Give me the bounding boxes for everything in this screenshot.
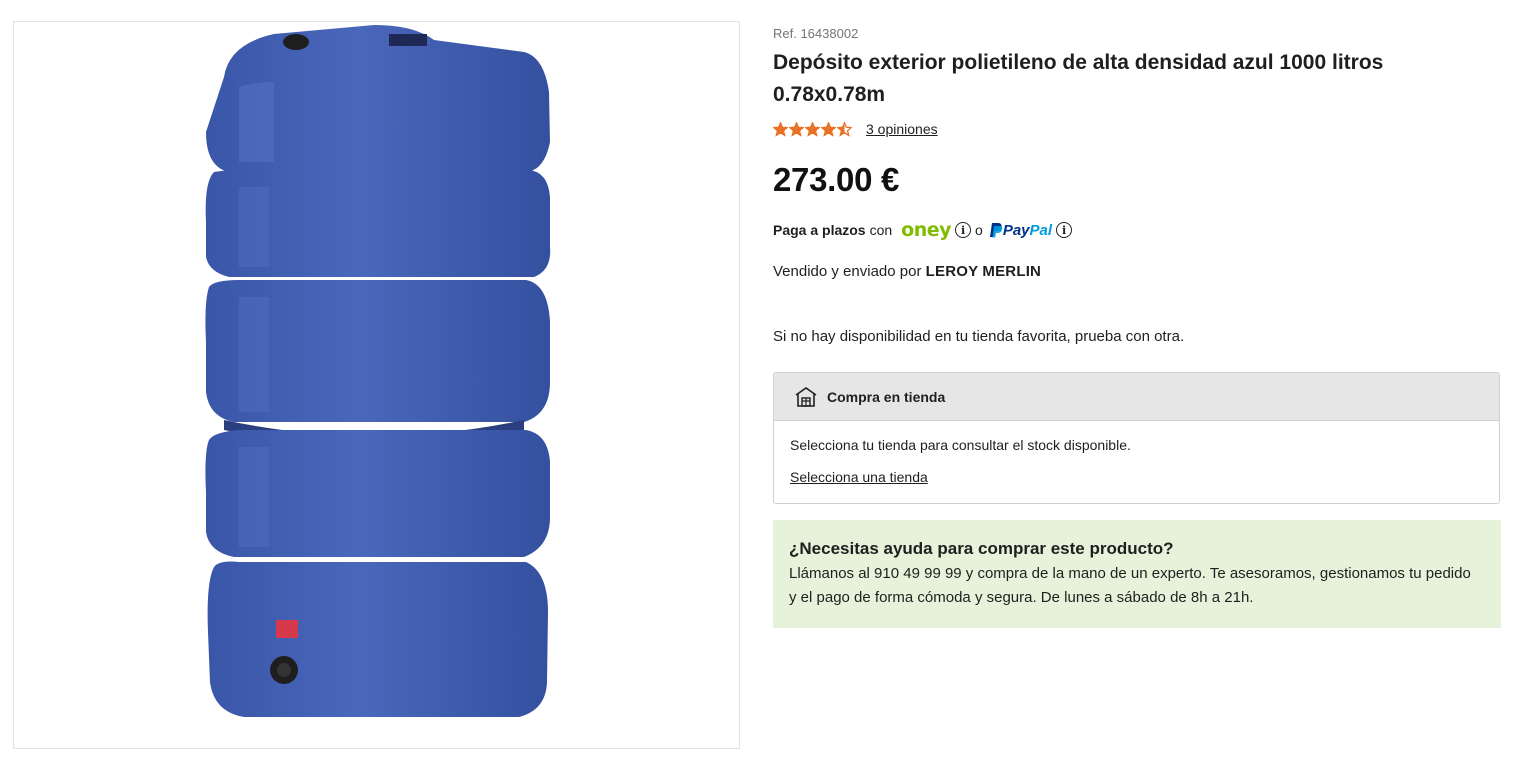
product-price: 273.00 € bbox=[773, 161, 900, 198]
store-purchase-box: Compra en tienda Selecciona tu tienda pa… bbox=[773, 372, 1500, 504]
store-purchase-body: Selecciona tu tienda para consultar el s… bbox=[774, 421, 1499, 503]
store-icon bbox=[795, 386, 817, 407]
product-info-panel: Ref. 16438002 Depósito exterior polietil… bbox=[773, 24, 1501, 628]
paypal-logo: PayPal bbox=[989, 222, 1052, 239]
installment-payment-info: Paga a plazos con oney i o PayPal i bbox=[773, 219, 1500, 241]
installments-or: o bbox=[975, 222, 983, 238]
help-box: ¿Necesitas ayuda para comprar este produ… bbox=[773, 520, 1501, 628]
water-tank-image bbox=[205, 25, 551, 717]
store-purchase-title: Compra en tienda bbox=[827, 388, 946, 405]
availability-note: Si no hay disponibilidad en tu tienda fa… bbox=[773, 328, 1185, 345]
paypal-p-icon bbox=[989, 223, 1003, 238]
installments-with: con bbox=[869, 222, 893, 238]
star-icon bbox=[805, 121, 820, 137]
store-purchase-header: Compra en tienda bbox=[774, 373, 1499, 421]
reviews-link[interactable]: 3 opiniones bbox=[866, 121, 938, 137]
rating-stars bbox=[773, 121, 852, 137]
select-store-link[interactable]: Selecciona una tienda bbox=[790, 469, 928, 485]
star-icon bbox=[821, 121, 836, 137]
help-text: Llámanos al 910 49 99 99 y compra de la … bbox=[789, 565, 1471, 606]
product-reference: Ref. 16438002 bbox=[773, 26, 859, 41]
store-stock-message: Selecciona tu tienda para consultar el s… bbox=[790, 437, 1131, 453]
product-rating: 3 opiniones bbox=[773, 121, 1500, 137]
paypal-pal-text: Pal bbox=[1029, 221, 1053, 239]
paypal-info-icon[interactable]: i bbox=[1056, 222, 1073, 238]
installments-label: Paga a plazos bbox=[773, 222, 866, 238]
seller-name: LEROY MERLIN bbox=[925, 263, 1042, 280]
paypal-pay-text: Pay bbox=[1002, 221, 1030, 239]
oney-logo: oney bbox=[901, 219, 952, 241]
oney-info-icon[interactable]: i bbox=[955, 222, 972, 238]
product-image-gallery[interactable] bbox=[13, 21, 740, 749]
help-title: ¿Necesitas ayuda para comprar este produ… bbox=[789, 539, 1174, 558]
star-icon bbox=[837, 121, 852, 137]
product-title: Depósito exterior polietileno de alta de… bbox=[773, 51, 1384, 106]
star-icon bbox=[789, 121, 804, 137]
seller-info: Vendido y enviado por LEROY MERLIN bbox=[773, 263, 1500, 280]
star-icon bbox=[773, 121, 788, 137]
seller-prefix: Vendido y enviado por bbox=[773, 263, 922, 280]
